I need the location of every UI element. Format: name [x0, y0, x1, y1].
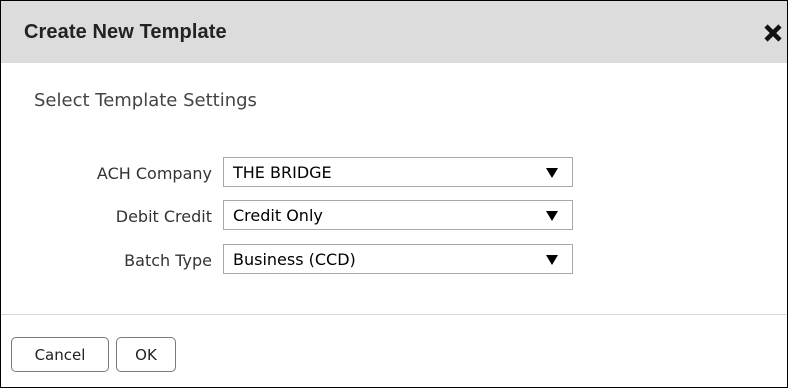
debit-credit-label: Debit Credit — [115, 207, 212, 226]
triangle-down-icon — [546, 168, 558, 178]
ach-company-label: ACH Company — [96, 164, 212, 183]
ach-company-value: THE BRIDGE — [233, 163, 332, 182]
ok-button[interactable]: OK — [116, 337, 176, 372]
dialog-titlebar: Create New Template — [1, 1, 787, 63]
ach-company-select[interactable]: THE BRIDGE — [223, 157, 573, 187]
debit-credit-select[interactable]: Credit Only — [223, 200, 573, 230]
triangle-down-icon — [546, 211, 558, 221]
dialog-subtitle: Select Template Settings — [34, 90, 257, 111]
close-icon — [764, 24, 782, 42]
footer-divider — [1, 314, 787, 315]
close-button[interactable] — [757, 17, 787, 47]
batch-type-value: Business (CCD) — [233, 250, 356, 269]
debit-credit-value: Credit Only — [233, 206, 323, 225]
batch-type-select[interactable]: Business (CCD) — [223, 244, 573, 274]
dialog-title: Create New Template — [24, 21, 227, 43]
batch-type-label: Batch Type — [124, 251, 212, 270]
triangle-down-icon — [546, 255, 558, 265]
cancel-button[interactable]: Cancel — [11, 337, 109, 372]
create-template-dialog: Create New Template Select Template Sett… — [0, 0, 788, 388]
